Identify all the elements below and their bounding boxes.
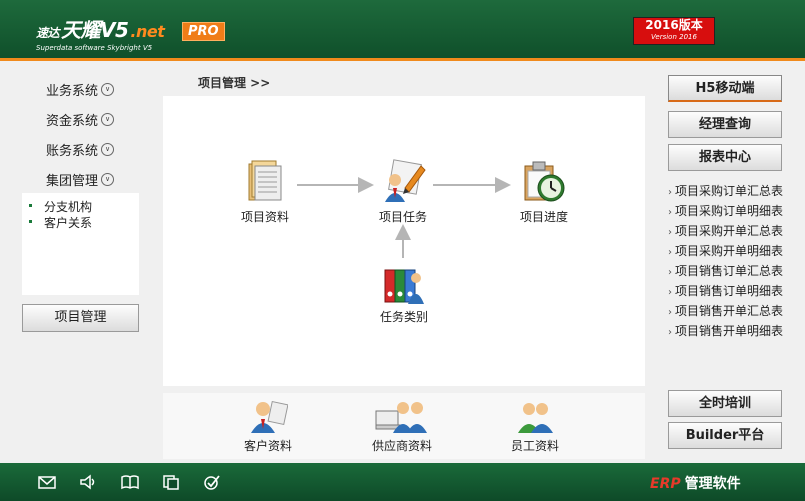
report-link-label: 项目采购订单明细表: [675, 204, 784, 218]
speaker-icon[interactable]: [79, 474, 97, 490]
chevron-right-icon: ›: [668, 187, 672, 198]
submenu-item-branches[interactable]: 分支机构: [29, 198, 93, 215]
project-docs-icon: [248, 160, 282, 201]
logo-net: .net: [130, 22, 165, 41]
report-link[interactable]: › 项目销售订单汇总表: [668, 262, 783, 279]
logo-name: 天耀V5: [61, 18, 129, 42]
node-project-task[interactable]: 项目任务: [372, 158, 434, 225]
sidebar-item-label: 资金系统: [46, 114, 99, 129]
bullet-icon: [29, 220, 32, 223]
training-button[interactable]: 全时培训: [668, 390, 782, 417]
chevron-down-icon: ∨: [101, 113, 115, 126]
chevron-down-icon: ∨: [101, 173, 115, 186]
manager-query-button[interactable]: 经理查询: [668, 111, 782, 138]
sidebar-item-accounting[interactable]: 账务系统 ∨: [46, 140, 115, 159]
node-label: 项目任务: [378, 210, 427, 224]
node-label: 项目进度: [519, 210, 568, 224]
report-link-label: 项目销售订单明细表: [675, 284, 784, 298]
version-subtitle: Version 2016: [651, 33, 697, 41]
report-center-button[interactable]: 报表中心: [668, 144, 782, 171]
app-header: 速达 天耀V5 .net Superdata software Skybright …: [0, 0, 805, 60]
report-link[interactable]: › 项目销售开单汇总表: [668, 302, 783, 319]
report-link[interactable]: › 项目采购开单汇总表: [668, 222, 783, 239]
report-link-label: 项目采购开单明细表: [675, 244, 784, 258]
sidebar-item-business[interactable]: 业务系统 ∨: [46, 80, 115, 99]
quick-link-supplier[interactable]: 供应商资料: [366, 397, 438, 454]
project-progress-icon: [524, 161, 565, 202]
customer-icon: [251, 400, 288, 433]
copy-icon[interactable]: [162, 474, 180, 490]
report-link-label: 项目销售订单汇总表: [675, 264, 784, 278]
sidebar-item-label: 业务系统: [46, 84, 99, 99]
builder-platform-button[interactable]: Builder平台: [668, 422, 782, 449]
workflow-panel: 项目资料 项目任务 项目进度 任务类别: [163, 96, 645, 386]
bullet-icon: [29, 204, 32, 207]
submenu-item-crm[interactable]: 客户关系: [29, 214, 93, 231]
quick-link-employee[interactable]: 员工资料: [505, 397, 565, 454]
supplier-icon: [375, 402, 427, 433]
quick-link-customer[interactable]: 客户资料: [238, 397, 298, 454]
mail-icon[interactable]: [38, 474, 56, 490]
book-icon[interactable]: [121, 474, 139, 490]
pro-badge: PRO: [182, 22, 225, 41]
node-project-progress[interactable]: 项目进度: [515, 158, 573, 225]
sidebar-item-funds[interactable]: 资金系统 ∨: [46, 110, 115, 129]
chevron-right-icon: ›: [668, 307, 672, 318]
node-project-docs[interactable]: 项目资料: [236, 158, 294, 225]
report-link[interactable]: › 项目采购开单明细表: [668, 242, 783, 259]
sidebar-item-label: 账务系统: [46, 144, 99, 159]
footer-brand: ERP 管理软件: [650, 473, 741, 493]
report-link-label: 项目销售开单汇总表: [675, 304, 784, 318]
breadcrumb: 项目管理 >>: [198, 76, 271, 90]
report-link-label: 项目销售开单明细表: [675, 324, 784, 338]
report-link[interactable]: › 项目销售订单明细表: [668, 282, 783, 299]
header-stripe: [0, 58, 805, 61]
chevron-right-icon: ›: [668, 227, 672, 238]
report-link-label: 项目采购开单汇总表: [675, 224, 784, 238]
report-link[interactable]: › 项目采购订单明细表: [668, 202, 783, 219]
quick-link-label: 供应商资料: [371, 439, 432, 453]
submenu-item-label: 分支机构: [44, 200, 93, 214]
quick-link-label: 员工资料: [510, 439, 559, 453]
group-submenu: 分支机构 客户关系: [22, 193, 139, 295]
app-footer: ERP 管理软件: [0, 463, 805, 501]
chevron-right-icon: ›: [668, 207, 672, 218]
workflow-arrows: [297, 177, 511, 258]
report-link[interactable]: › 项目采购订单汇总表: [668, 182, 783, 199]
report-link[interactable]: › 项目销售开单明细表: [668, 322, 783, 339]
app-logo: 速达 天耀V5 .net Superdata software Skybright …: [36, 14, 165, 52]
quick-link-label: 客户资料: [243, 439, 292, 453]
logo-subtitle: Superdata software Skybright V5: [36, 44, 153, 52]
chevron-down-icon: ∨: [101, 143, 115, 156]
report-link-label: 项目采购订单汇总表: [675, 184, 784, 198]
logo-prefix: 速达: [36, 26, 60, 40]
footer-erp: ERP: [650, 476, 681, 492]
chevron-right-icon: ›: [668, 287, 672, 298]
project-management-button[interactable]: 项目管理: [22, 304, 139, 332]
submenu-item-label: 客户关系: [44, 216, 93, 230]
check-icon[interactable]: [203, 474, 221, 490]
chevron-right-icon: ›: [668, 327, 672, 338]
employee-icon: [518, 403, 553, 433]
chevron-right-icon: ›: [668, 247, 672, 258]
chevron-right-icon: ›: [668, 267, 672, 278]
node-task-category[interactable]: 任务类别: [373, 264, 435, 325]
h5-mobile-button[interactable]: H5移动端: [668, 75, 782, 102]
chevron-down-icon: ∨: [101, 83, 115, 96]
version-badge: 2016版本 Version 2016: [633, 17, 715, 45]
node-label: 任务类别: [379, 310, 428, 324]
version-title: 2016版本: [645, 18, 703, 32]
task-category-icon: [384, 269, 424, 304]
project-task-icon: [385, 159, 426, 202]
sidebar-item-label: 集团管理: [46, 174, 99, 189]
footer-title: 管理软件: [684, 476, 741, 492]
node-label: 项目资料: [240, 210, 289, 224]
sidebar-item-group[interactable]: 集团管理 ∨: [46, 170, 115, 189]
quick-links-panel: 客户资料 供应商资料 员工资料: [163, 393, 645, 459]
